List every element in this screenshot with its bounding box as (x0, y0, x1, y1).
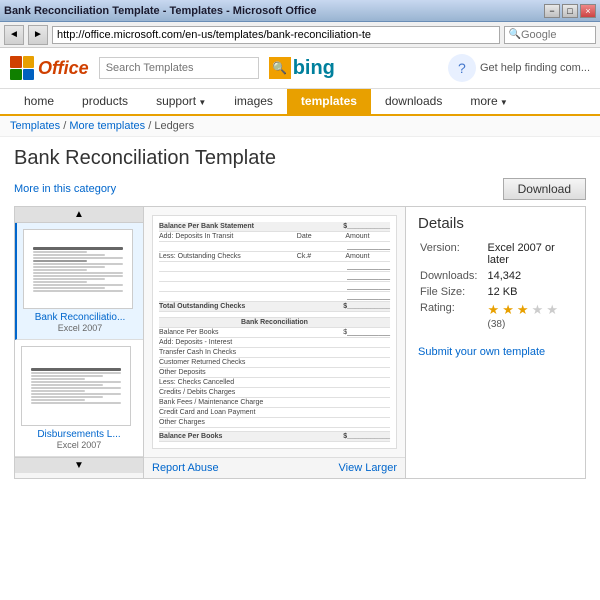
thumbnail-sublabel-1: Excel 2007 (23, 323, 137, 333)
detail-value-filesize: 12 KB (485, 284, 573, 300)
tab-templates[interactable]: templates (287, 89, 371, 116)
thumbnail-label-2: Disbursements L... (21, 429, 137, 440)
bing-search: 🔍 bing (269, 57, 335, 80)
bing-search-button[interactable]: 🔍 (269, 57, 291, 79)
browser-search-input[interactable] (521, 29, 591, 41)
close-button[interactable]: × (580, 4, 596, 18)
star-empty-1: ★ (532, 302, 544, 317)
office-logo[interactable]: Office (10, 56, 89, 80)
nav-tabs: home products support images templates d… (0, 89, 600, 116)
maximize-button[interactable]: □ (562, 4, 578, 18)
address-bar: ◄ ► 🔍 (0, 22, 600, 48)
tab-products[interactable]: products (68, 89, 142, 116)
detail-row-downloads: Downloads: 14,342 (418, 268, 573, 284)
detail-row-version: Version: Excel 2007 or later (418, 240, 573, 268)
window-title: Bank Reconciliation Template - Templates… (4, 5, 317, 17)
tab-more[interactable]: more (456, 89, 521, 116)
help-icon: ? (448, 54, 476, 82)
doc-preview-1 (29, 242, 126, 297)
doc-preview-2 (27, 363, 124, 409)
office-header: Office 🔍 bing ? Get help finding com... (0, 48, 600, 89)
details-table: Version: Excel 2007 or later Downloads: … (418, 240, 573, 332)
scroll-up-button[interactable]: ▲ (15, 207, 143, 223)
tab-images[interactable]: images (220, 89, 287, 116)
tab-downloads[interactable]: downloads (371, 89, 456, 116)
star-empty-2: ★ (546, 302, 558, 317)
star-filled-2: ★ (502, 302, 514, 317)
submit-template-link[interactable]: Submit your own template (418, 346, 573, 358)
breadcrumb-templates[interactable]: Templates (10, 120, 60, 132)
detail-row-filesize: File Size: 12 KB (418, 284, 573, 300)
minimize-button[interactable]: − (544, 4, 560, 18)
template-search-input[interactable] (99, 57, 259, 79)
breadcrumb: Templates / More templates / Ledgers (0, 116, 600, 137)
thumbnail-label-1: Bank Reconciliatio... (23, 312, 137, 323)
content-row: ▲ (14, 206, 586, 479)
bing-logo: bing (293, 57, 335, 80)
logo-sq-red (10, 56, 22, 68)
report-abuse-link[interactable]: Report Abuse (152, 462, 219, 474)
logo-sq-green (10, 69, 22, 81)
preview-area: Balance Per Bank Statement $___________ … (144, 206, 406, 479)
thumbnail-item-2[interactable]: Disbursements L... Excel 2007 (15, 340, 143, 457)
details-panel: Details Version: Excel 2007 or later Dow… (406, 206, 586, 479)
detail-value-version: Excel 2007 or later (485, 240, 573, 268)
thumbnail-image-2 (21, 346, 131, 426)
logo-squares (10, 56, 34, 80)
preview-image: Balance Per Bank Statement $___________ … (152, 215, 397, 449)
preview-footer: Report Abuse View Larger (144, 457, 405, 478)
back-button[interactable]: ◄ (4, 25, 24, 45)
thumbnail-image-1 (23, 229, 133, 309)
fake-sheet-content: Balance Per Bank Statement $___________ … (153, 216, 396, 448)
detail-value-downloads: 14,342 (485, 268, 573, 284)
star-filled-1: ★ (487, 302, 499, 317)
breadcrumb-more-templates[interactable]: More templates (69, 120, 145, 132)
help-section: ? Get help finding com... (448, 54, 590, 82)
office-logo-text: Office (38, 58, 89, 79)
tab-home[interactable]: home (10, 89, 68, 116)
action-bar: More in this category Download (14, 178, 586, 200)
search-box: 🔍 (504, 26, 596, 44)
detail-row-rating: Rating: ★ ★ ★ ★ ★ (38) (418, 300, 573, 332)
detail-value-rating: ★ ★ ★ ★ ★ (38) (485, 300, 573, 332)
thumbnail-item-1[interactable]: Bank Reconciliatio... Excel 2007 (15, 223, 143, 340)
title-bar: Bank Reconciliation Template - Templates… (0, 0, 600, 22)
detail-key-downloads: Downloads: (418, 268, 485, 284)
page-title: Bank Reconciliation Template (14, 147, 586, 170)
rating-count: (38) (487, 319, 505, 330)
detail-key-filesize: File Size: (418, 284, 485, 300)
help-text: Get help finding com... (480, 62, 590, 74)
thumbnail-sidebar: ▲ (14, 206, 144, 479)
main-content: Bank Reconciliation Template More in thi… (0, 137, 600, 489)
scroll-down-button[interactable]: ▼ (15, 457, 143, 473)
forward-button[interactable]: ► (28, 25, 48, 45)
address-input[interactable] (52, 26, 500, 44)
download-button[interactable]: Download (503, 178, 586, 200)
detail-key-rating: Rating: (418, 300, 485, 332)
breadcrumb-ledgers: Ledgers (154, 120, 194, 132)
logo-sq-blue (23, 69, 35, 81)
tab-support[interactable]: support (142, 89, 220, 116)
star-filled-3: ★ (517, 302, 529, 317)
more-category-link[interactable]: More in this category (14, 183, 116, 195)
detail-key-version: Version: (418, 240, 485, 268)
view-larger-link[interactable]: View Larger (339, 462, 398, 474)
details-title: Details (418, 215, 573, 232)
window-controls: − □ × (544, 4, 596, 18)
logo-sq-orange (23, 56, 35, 68)
thumbnail-sublabel-2: Excel 2007 (21, 440, 137, 450)
